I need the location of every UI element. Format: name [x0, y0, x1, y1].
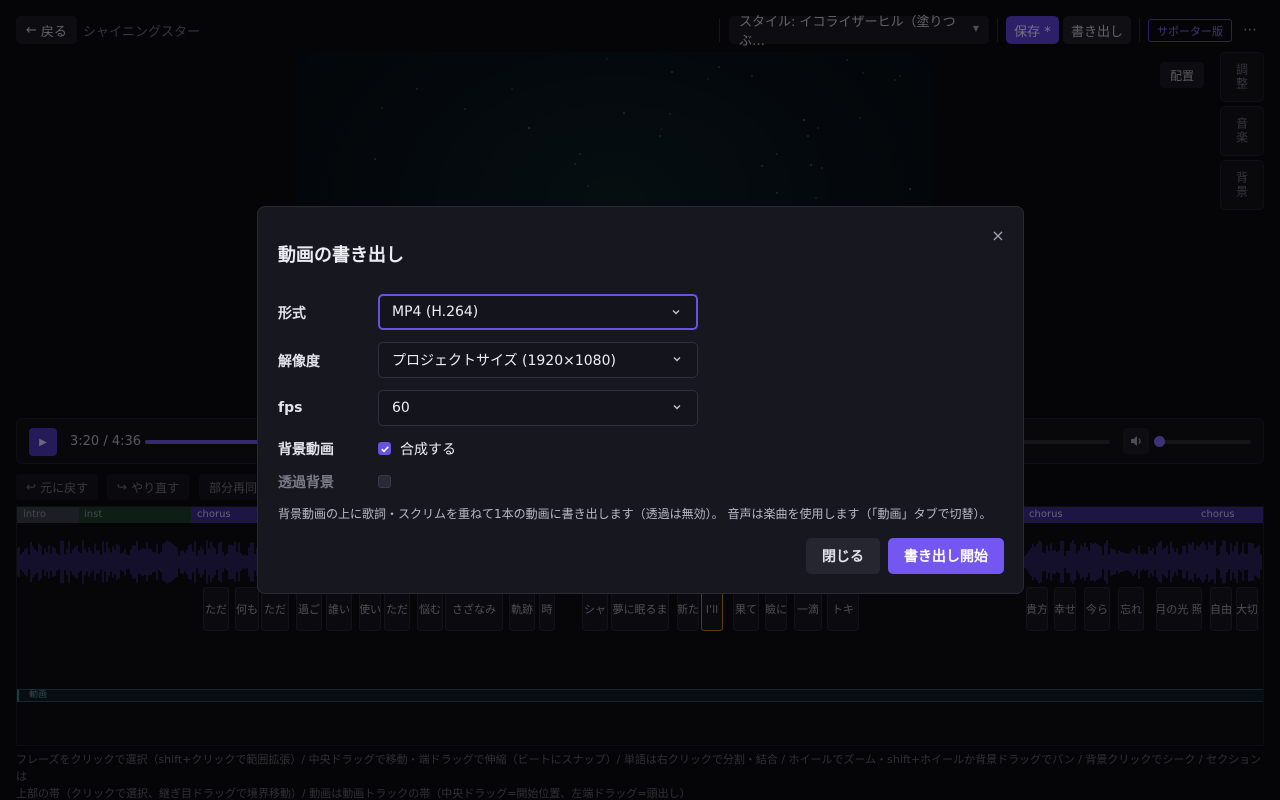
- bg-video-checkbox[interactable]: [378, 442, 391, 455]
- bg-video-option[interactable]: 合成する: [400, 439, 456, 459]
- chevron-down-icon: [673, 357, 681, 362]
- start-export-button[interactable]: 書き出し開始: [888, 538, 1004, 574]
- fps-label: fps: [278, 400, 303, 416]
- close-icon[interactable]: ×: [986, 223, 1010, 247]
- export-note: 背景動画の上に歌詞・スクリムを重ねて1本の動画に書き出します（透過は無効）。 音…: [278, 507, 992, 521]
- fps-select[interactable]: 60: [378, 390, 698, 426]
- chevron-down-icon: [673, 405, 681, 410]
- format-value: MP4 (H.264): [392, 304, 479, 320]
- close-button[interactable]: 閉じる: [806, 538, 880, 574]
- resolution-value: プロジェクトサイズ (1920×1080): [392, 353, 616, 369]
- format-label: 形式: [278, 306, 306, 322]
- dialog-title: 動画の書き出し: [278, 245, 404, 266]
- check-icon: [380, 445, 389, 453]
- export-dialog: 動画の書き出し × 形式 MP4 (H.264) 解像度 プロジェクトサイズ (…: [257, 206, 1024, 594]
- resolution-select[interactable]: プロジェクトサイズ (1920×1080): [378, 342, 698, 378]
- chevron-down-icon: [672, 310, 680, 315]
- transparent-label: 透過背景: [278, 475, 334, 491]
- format-select[interactable]: MP4 (H.264): [378, 294, 698, 330]
- bg-video-label: 背景動画: [278, 442, 334, 458]
- resolution-label: 解像度: [278, 354, 320, 370]
- fps-value: 60: [392, 400, 410, 416]
- transparent-checkbox[interactable]: [378, 475, 391, 488]
